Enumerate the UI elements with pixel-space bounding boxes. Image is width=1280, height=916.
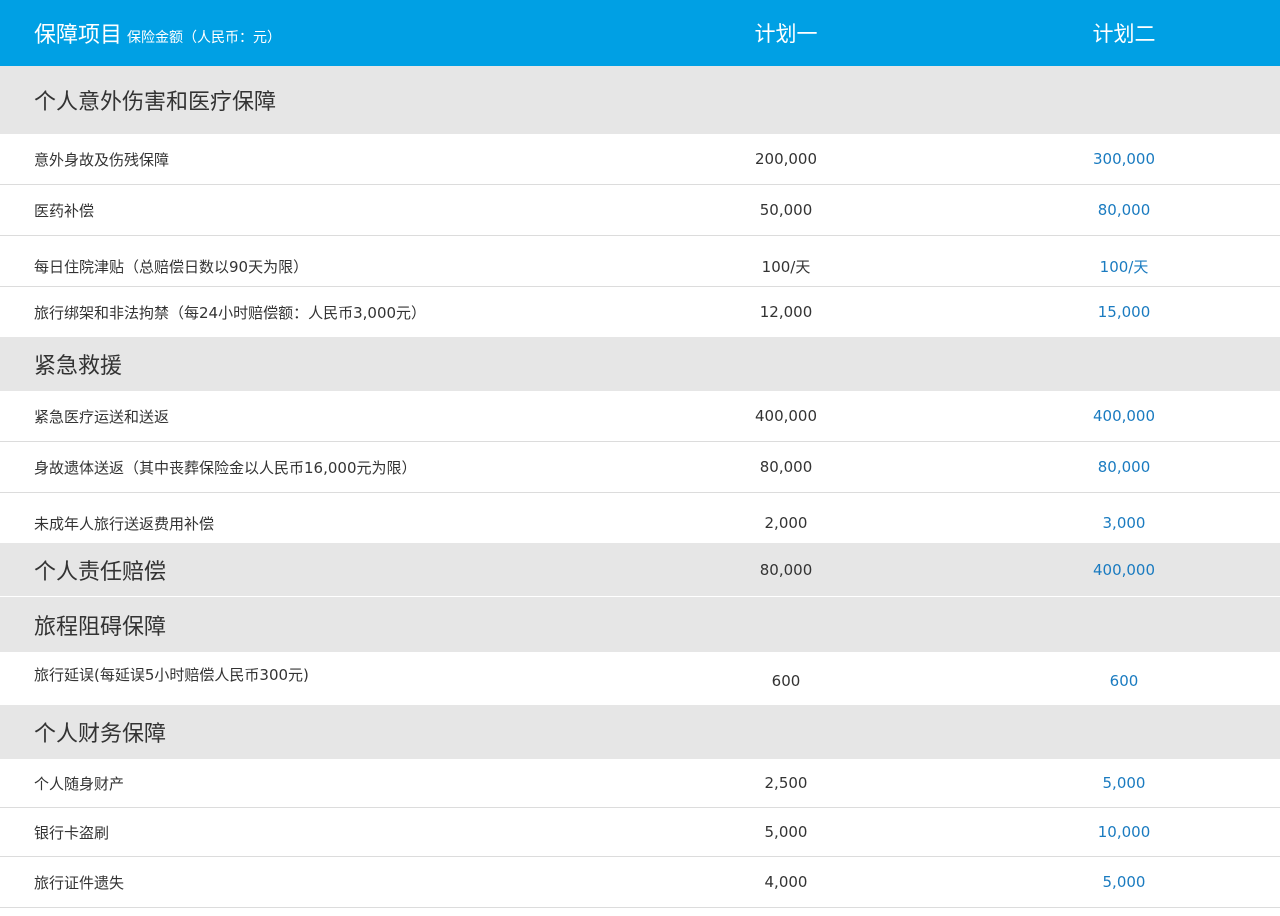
table-row: 身故遗体送返（其中丧葬保险金以人民币16,000元为限） 80,000 80,0… — [0, 442, 1280, 493]
row-label: 旅行证件遗失 — [34, 873, 125, 892]
section-row-personal-accident: 个人意外伤害和医疗保障 — [0, 66, 1280, 134]
plan-2-value: 15,000 — [1097, 303, 1151, 321]
row-label: 身故遗体送返（其中丧葬保险金以人民币16,000元为限） — [34, 458, 417, 477]
section-row-emergency-rescue: 紧急救援 — [0, 337, 1280, 391]
plan-2-value: 5,000 — [1102, 873, 1146, 891]
plan-1-value: 2,000 — [764, 514, 808, 532]
section-label: 旅程阻碍保障 — [34, 614, 167, 640]
plan-2-value: 400,000 — [1092, 560, 1156, 579]
plan-1-value: 80,000 — [759, 458, 813, 476]
coverage-table: 保障项目 保险金额（人民币：元） 计划一 计划二 个人意外伤害和医疗保障 意外身… — [0, 0, 1280, 908]
plan-2-value: 600 — [1109, 671, 1139, 690]
plan-1-value: 50,000 — [759, 201, 813, 219]
row-label: 医药补偿 — [34, 201, 95, 220]
header-subtitle: 保险金额（人民币：元） — [127, 30, 282, 46]
header-coverage-column: 保障项目 保险金额（人民币：元） — [0, 17, 604, 49]
table-row: 每日住院津贴（总赔偿日数以90天为限） 100/天 100/天 — [0, 236, 1280, 287]
header-plan-1: 计划一 — [754, 22, 818, 46]
table-row: 银行卡盗刷 5,000 10,000 — [0, 808, 1280, 857]
section-row-personal-property: 个人财务保障 — [0, 705, 1280, 759]
plan-1-value: 80,000 — [759, 560, 813, 579]
plan-2-value: 300,000 — [1092, 150, 1156, 168]
header-title: 保障项目 — [34, 23, 123, 48]
plan-2-value: 5,000 — [1102, 774, 1146, 792]
table-row: 个人随身财产 2,500 5,000 — [0, 759, 1280, 808]
row-label: 旅行绑架和非法拘禁（每24小时赔偿额：人民币3,000元） — [34, 303, 427, 322]
plan-1-value: 5,000 — [764, 823, 808, 841]
row-label: 意外身故及伤残保障 — [34, 150, 170, 169]
plan-2-value: 3,000 — [1102, 514, 1146, 532]
table-header: 保障项目 保险金额（人民币：元） 计划一 计划二 — [0, 0, 1280, 66]
plan-1-value: 4,000 — [764, 873, 808, 891]
plan-2-value: 100/天 — [1099, 257, 1149, 276]
row-label: 旅行延误(每延误5小时赔偿人民币300元) — [34, 666, 309, 684]
section-label: 紧急救援 — [34, 354, 123, 379]
section-row-trip-disruption: 旅程阻碍保障 — [0, 597, 1280, 652]
row-label: 个人随身财产 — [34, 774, 125, 793]
header-plan-2: 计划二 — [1092, 22, 1156, 46]
plan-2-value: 400,000 — [1092, 407, 1156, 425]
table-row: 旅行证件遗失 4,000 5,000 — [0, 857, 1280, 908]
row-label: 每日住院津贴（总赔偿日数以90天为限） — [34, 257, 309, 276]
plan-1-value: 100/天 — [761, 257, 811, 276]
plan-1-value: 400,000 — [754, 407, 818, 425]
section-label: 个人财务保障 — [34, 722, 167, 747]
table-row: 未成年人旅行送返费用补偿 2,000 3,000 — [0, 493, 1280, 543]
plan-2-value: 80,000 — [1097, 458, 1151, 476]
table-row: 紧急医疗运送和送返 400,000 400,000 — [0, 391, 1280, 442]
table-row: 旅行绑架和非法拘禁（每24小时赔偿额：人民币3,000元） 12,000 15,… — [0, 287, 1280, 337]
plan-1-value: 12,000 — [759, 303, 813, 321]
row-label: 未成年人旅行送返费用补偿 — [34, 514, 215, 533]
table-row: 医药补偿 50,000 80,000 — [0, 185, 1280, 236]
section-label: 个人责任赔偿 — [34, 559, 167, 585]
section-label: 个人意外伤害和医疗保障 — [34, 90, 277, 115]
plan-2-value: 10,000 — [1097, 823, 1151, 841]
plan-2-value: 80,000 — [1097, 201, 1151, 219]
plan-1-value: 600 — [771, 671, 801, 690]
row-label: 银行卡盗刷 — [34, 823, 110, 842]
row-label: 紧急医疗运送和送返 — [34, 407, 170, 426]
table-row: 意外身故及伤残保障 200,000 300,000 — [0, 134, 1280, 185]
section-row-personal-liability: 个人责任赔偿 80,000 400,000 — [0, 543, 1280, 597]
plan-1-value: 2,500 — [764, 774, 808, 792]
plan-1-value: 200,000 — [754, 150, 818, 168]
table-row: 旅行延误(每延误5小时赔偿人民币300元) 600 600 — [0, 652, 1280, 705]
